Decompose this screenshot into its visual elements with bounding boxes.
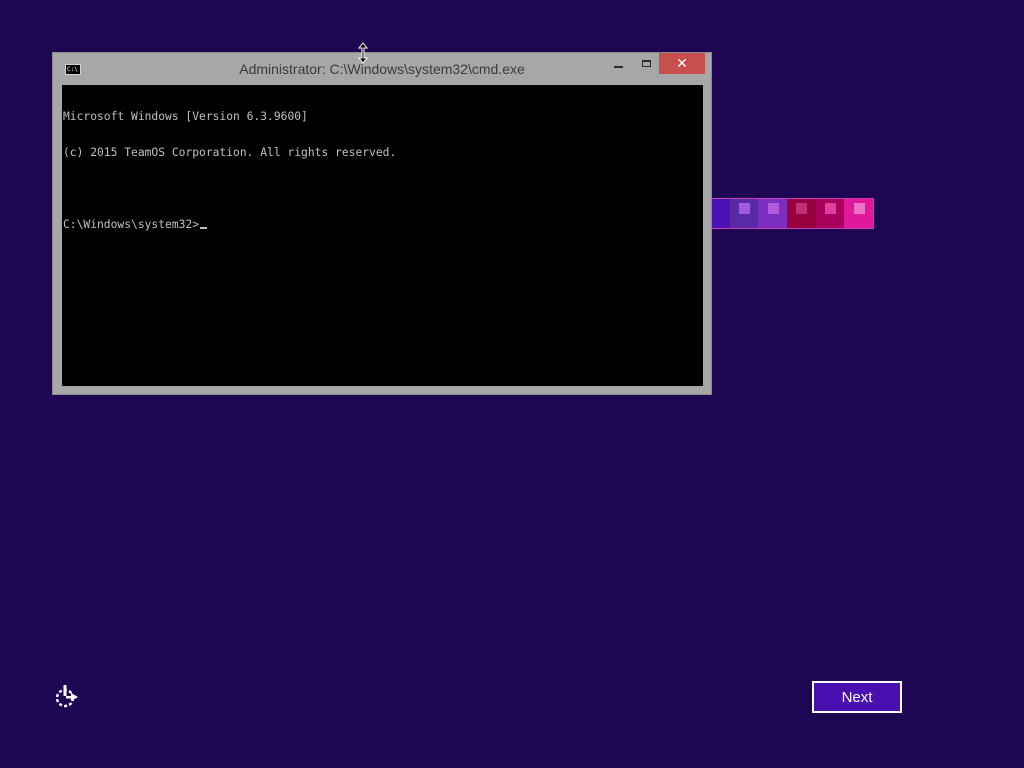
repair-icon[interactable] xyxy=(52,683,80,711)
color-tile xyxy=(787,199,816,228)
setup-screen: C:\ Administrator: C:\Windows\system32\c… xyxy=(0,0,1024,768)
maximize-icon xyxy=(641,60,651,67)
resize-cursor-icon xyxy=(357,42,369,64)
next-button-label: Next xyxy=(841,688,873,706)
minimize-button[interactable] xyxy=(604,53,633,74)
color-tile xyxy=(844,199,874,228)
color-tile xyxy=(815,199,845,228)
text-cursor xyxy=(200,227,208,229)
close-icon: ✕ xyxy=(676,55,688,72)
close-button[interactable]: ✕ xyxy=(659,53,705,74)
console-line: (c) 2015 TeamOS Corporation. All rights … xyxy=(63,146,397,159)
maximize-button[interactable] xyxy=(633,53,659,74)
console-line: Microsoft Windows [Version 6.3.9600] xyxy=(63,110,308,123)
console-prompt-line: C:\Windows\system32> xyxy=(63,219,703,231)
window-titlebar[interactable]: C:\ Administrator: C:\Windows\system32\c… xyxy=(53,53,711,85)
cmd-window[interactable]: C:\ Administrator: C:\Windows\system32\c… xyxy=(52,52,712,395)
minimize-icon xyxy=(614,65,623,68)
next-button[interactable]: Next xyxy=(812,681,902,713)
console-output[interactable]: Microsoft Windows [Version 6.3.9600] (c)… xyxy=(62,85,703,386)
console-prompt: C:\Windows\system32> xyxy=(63,218,200,231)
color-tile xyxy=(729,199,759,228)
color-tile xyxy=(758,199,788,228)
color-tile-strip xyxy=(700,198,874,229)
